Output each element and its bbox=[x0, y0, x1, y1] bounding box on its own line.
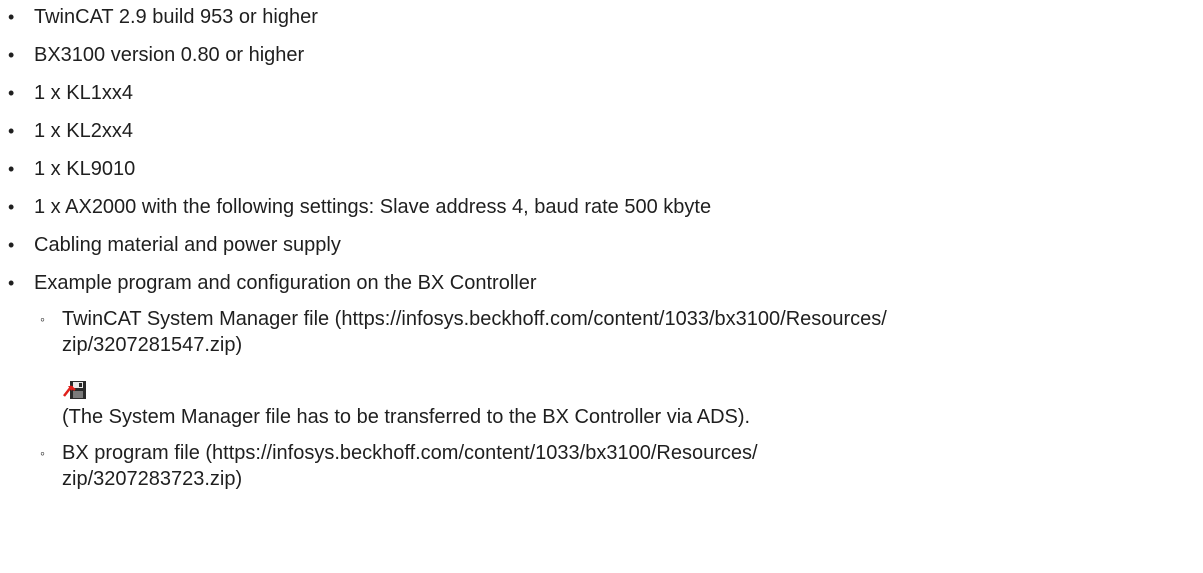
hollow-bullet: ◦ bbox=[40, 445, 45, 461]
bullet: • bbox=[8, 197, 15, 217]
sub-list-item-system-manager: ◦ TwinCAT System Manager file (https://i… bbox=[34, 306, 1203, 430]
requirements-list: • TwinCAT 2.9 build 953 or higher • BX31… bbox=[0, 4, 1203, 492]
hollow-bullet: ◦ bbox=[40, 311, 45, 327]
bullet: • bbox=[8, 273, 15, 293]
list-item: • BX3100 version 0.80 or higher bbox=[0, 42, 1203, 68]
bullet: • bbox=[8, 121, 15, 141]
requirement-text: 1 x AX2000 with the following settings: … bbox=[34, 196, 712, 218]
list-item: • 1 x AX2000 with the following settings… bbox=[0, 194, 1203, 220]
document-body: • TwinCAT 2.9 build 953 or higher • BX31… bbox=[0, 0, 1203, 492]
bx-program-file-line2[interactable]: zip/3207283723.zip) bbox=[62, 468, 242, 490]
system-manager-file-line2[interactable]: zip/3207281547.zip) bbox=[62, 334, 242, 356]
system-manager-note: (The System Manager file has to be trans… bbox=[62, 406, 751, 428]
list-item: • 1 x KL2xx4 bbox=[0, 118, 1203, 144]
bullet: • bbox=[8, 235, 15, 255]
bullet: • bbox=[8, 7, 15, 27]
icon-row bbox=[62, 378, 1203, 402]
bullet: • bbox=[8, 159, 15, 179]
requirement-text: 1 x KL9010 bbox=[34, 158, 136, 180]
bullet: • bbox=[8, 45, 15, 65]
list-item: • Cabling material and power supply bbox=[0, 232, 1203, 258]
requirement-text: BX3100 version 0.80 or higher bbox=[34, 44, 305, 66]
list-item: • Example program and configuration on t… bbox=[0, 270, 1203, 492]
sub-list-item-bx-program: ◦ BX program file (https://infosys.beckh… bbox=[34, 440, 1203, 492]
bullet: • bbox=[8, 83, 15, 103]
system-manager-file-line1[interactable]: TwinCAT System Manager file (https://inf… bbox=[62, 308, 887, 330]
requirement-text: 1 x KL1xx4 bbox=[34, 82, 133, 104]
requirement-text: Example program and configuration on the… bbox=[34, 272, 537, 294]
list-item: • 1 x KL1xx4 bbox=[0, 80, 1203, 106]
bx-program-file-line1[interactable]: BX program file (https://infosys.beckhof… bbox=[62, 442, 758, 464]
list-item: • TwinCAT 2.9 build 953 or higher bbox=[0, 4, 1203, 30]
list-item: • 1 x KL9010 bbox=[0, 156, 1203, 182]
example-files-list: ◦ TwinCAT System Manager file (https://i… bbox=[34, 306, 1203, 492]
requirement-text: TwinCAT 2.9 build 953 or higher bbox=[34, 6, 318, 28]
save-to-target-icon bbox=[63, 381, 86, 399]
requirement-text: Cabling material and power supply bbox=[34, 234, 341, 256]
requirement-text: 1 x KL2xx4 bbox=[34, 120, 133, 142]
